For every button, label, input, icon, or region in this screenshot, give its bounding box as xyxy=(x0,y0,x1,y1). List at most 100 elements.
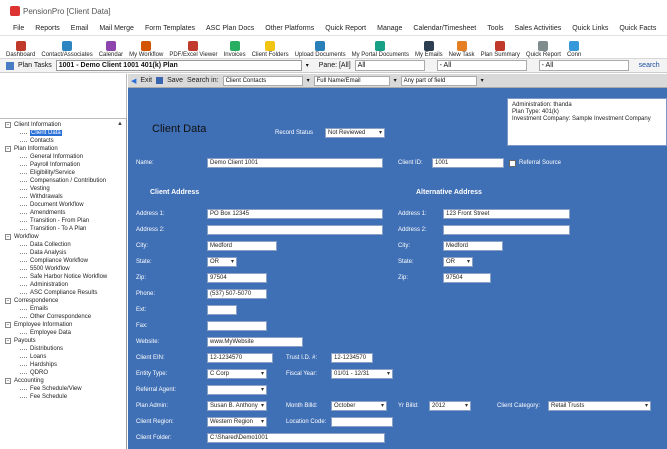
city-field[interactable]: Medford xyxy=(207,241,277,251)
menu-item-email[interactable]: Email xyxy=(71,25,89,32)
match-select[interactable]: Any part of field xyxy=(400,75,477,86)
tree-item-fee-schedule-view[interactable]: Fee Schedule/View xyxy=(0,385,126,393)
menu-item-mail-merge[interactable]: Mail Merge xyxy=(99,25,134,32)
tree-item-emails[interactable]: Emails xyxy=(0,305,126,313)
tree-item-hardships[interactable]: Hardships xyxy=(0,361,126,369)
menu-item-sales-activities[interactable]: Sales Activities xyxy=(515,25,562,32)
referral-agent-select[interactable] xyxy=(207,385,267,395)
plan-admin-select[interactable]: Susan B. Anthony xyxy=(207,401,267,411)
menu-item-file[interactable]: File xyxy=(13,25,24,32)
expand-toggle-icon[interactable]: − xyxy=(5,146,11,152)
menu-item-manage[interactable]: Manage xyxy=(377,25,402,32)
alt-city-field[interactable]: Medford xyxy=(443,241,503,251)
search-in-select[interactable]: Client Contacts xyxy=(222,75,303,86)
alt-state-select[interactable]: OR xyxy=(443,257,473,267)
expand-toggle-icon[interactable]: − xyxy=(5,322,11,328)
client-ein-field[interactable]: 12-1234570 xyxy=(207,353,273,363)
menu-item-other-platforms[interactable]: Other Platforms xyxy=(265,25,314,32)
trust-id-field[interactable]: 12-1234570 xyxy=(331,353,373,363)
tree-item-safe-harbor-notice-workflow[interactable]: Safe Harbor Notice Workflow xyxy=(0,273,126,281)
alt-address1-field[interactable]: 123 Front Street xyxy=(443,209,570,219)
pane-select[interactable]: All xyxy=(354,60,425,71)
menu-item-tools[interactable]: Tools xyxy=(487,25,503,32)
tree-item-qdro[interactable]: QDRO xyxy=(0,369,126,377)
tree-item-withdrawals[interactable]: Withdrawals xyxy=(0,193,126,201)
tree-group-workflow[interactable]: − Workflow xyxy=(0,233,126,241)
menu-item-calendar-timesheet[interactable]: Calendar/Timesheet xyxy=(413,25,476,32)
toolbar-my-workflow-button[interactable]: My Workflow xyxy=(129,41,163,58)
toolbar-my-emails-button[interactable]: My Emails xyxy=(415,41,443,58)
back-arrow-icon[interactable]: ◀ xyxy=(131,77,136,85)
name-field[interactable]: Demo Client 1001 xyxy=(207,158,383,168)
client-category-select[interactable]: Retail Trusts xyxy=(548,401,651,411)
website-field[interactable]: www.MyWebsite xyxy=(207,337,303,347)
client-id-field[interactable]: 1001 xyxy=(432,158,504,168)
year-billed-select[interactable]: 2012 xyxy=(429,401,471,411)
referral-source-checkbox[interactable] xyxy=(509,160,516,167)
fax-field[interactable] xyxy=(207,321,267,331)
state-select[interactable]: OR xyxy=(207,257,237,267)
zip-field[interactable]: 97504 xyxy=(207,273,267,283)
toolbar-pdf-excel-viewer-button[interactable]: PDF/Excel Viewer xyxy=(169,41,218,58)
toolbar-my-portal-documents-button[interactable]: My Portal Documents xyxy=(352,41,409,58)
month-billed-select[interactable]: October xyxy=(331,401,387,411)
tree-item-data-analysis[interactable]: Data Analysis xyxy=(0,249,126,257)
tree-group-payouts[interactable]: − Payouts xyxy=(0,337,126,345)
ext-field[interactable] xyxy=(207,305,237,315)
tree-item-payroll-information[interactable]: Payroll Information xyxy=(0,161,126,169)
tree-item-transition-from-plan[interactable]: Transition - From Plan xyxy=(0,217,126,225)
tree-group-plan-information[interactable]: − Plan Information xyxy=(0,145,126,153)
address1-field[interactable]: PO Box 12345 xyxy=(207,209,383,219)
tree-group-correspondence[interactable]: − Correspondence xyxy=(0,297,126,305)
tree-item-administration[interactable]: Administration xyxy=(0,281,126,289)
search-link[interactable]: search xyxy=(639,62,660,69)
entity-type-select[interactable]: C Corp xyxy=(207,369,267,379)
menu-item-quick-facts[interactable]: Quick Facts xyxy=(619,25,656,32)
tree-item-compliance-workflow[interactable]: Compliance Workflow xyxy=(0,257,126,265)
filter-select-1[interactable]: - All xyxy=(436,60,527,71)
tree-item-transition-to-a-plan[interactable]: Transition - To A Plan xyxy=(0,225,126,233)
tree-item-contacts[interactable]: Contacts xyxy=(0,137,126,145)
menu-item-reports[interactable]: Reports xyxy=(35,25,60,32)
tree-item-eligibility-service[interactable]: Eligibility/Service xyxy=(0,169,126,177)
chevron-down-icon[interactable]: ▾ xyxy=(481,77,484,84)
phone-field[interactable]: (537) 507-5070 xyxy=(207,289,267,299)
plan-select[interactable]: 1001 - Demo Client 1001 401(k) Plan xyxy=(55,60,302,71)
tree-item-document-workflow[interactable]: Document Workflow xyxy=(0,201,126,209)
tree-item-amendments[interactable]: Amendments xyxy=(0,209,126,217)
alt-zip-field[interactable]: 97504 xyxy=(443,273,491,283)
location-code-field[interactable] xyxy=(331,417,393,427)
client-folder-field[interactable]: C:\Shared\Demo1001 xyxy=(207,433,385,443)
menu-item-quick-links[interactable]: Quick Links xyxy=(572,25,608,32)
toolbar-calendar-button[interactable]: Calendar xyxy=(99,41,123,58)
tree-group-accounting[interactable]: − Accounting xyxy=(0,377,126,385)
chevron-down-icon[interactable]: ▾ xyxy=(307,77,310,84)
filter-select-2[interactable]: - All xyxy=(538,60,629,71)
tree-item-vesting[interactable]: Vesting xyxy=(0,185,126,193)
save-button[interactable]: Save xyxy=(167,77,183,84)
expand-toggle-icon[interactable]: − xyxy=(5,338,11,344)
name-field-select[interactable]: Full Name/Email xyxy=(313,75,390,86)
toolbar-contact-associates-button[interactable]: Contact/Associates xyxy=(41,41,93,58)
navigation-tree[interactable]: ▲ − Client Information Client Data Contacts… xyxy=(0,118,127,449)
tree-item-fee-schedule[interactable]: Fee Schedule xyxy=(0,393,126,401)
chevron-down-icon[interactable]: ▾ xyxy=(306,62,309,69)
exit-button[interactable]: Exit xyxy=(140,77,152,84)
toolbar-client-folders-button[interactable]: Client Folders xyxy=(252,41,289,58)
expand-toggle-icon[interactable]: − xyxy=(5,234,11,240)
expand-toggle-icon[interactable]: − xyxy=(5,378,11,384)
alt-address2-field[interactable] xyxy=(443,225,570,235)
expand-toggle-icon[interactable]: − xyxy=(5,122,11,128)
plan-tasks-button[interactable]: Plan Tasks xyxy=(18,62,52,69)
chevron-down-icon[interactable]: ▾ xyxy=(394,77,397,84)
fiscal-year-select[interactable]: 01/01 - 12/31 xyxy=(331,369,393,379)
expand-toggle-icon[interactable]: − xyxy=(5,298,11,304)
tree-item-asc-compliance-results[interactable]: ASC Compliance Results xyxy=(0,289,126,297)
tree-item-loans[interactable]: Loans xyxy=(0,353,126,361)
tree-item-employee-data[interactable]: Employee Data xyxy=(0,329,126,337)
toolbar-new-task-button[interactable]: New Task xyxy=(449,41,475,58)
menu-item-asc-plan-docs[interactable]: ASC Plan Docs xyxy=(206,25,254,32)
tree-item-5500-workflow[interactable]: 5500 Workflow xyxy=(0,265,126,273)
address2-field[interactable] xyxy=(207,225,383,235)
tree-item-general-information[interactable]: General Information xyxy=(0,153,126,161)
